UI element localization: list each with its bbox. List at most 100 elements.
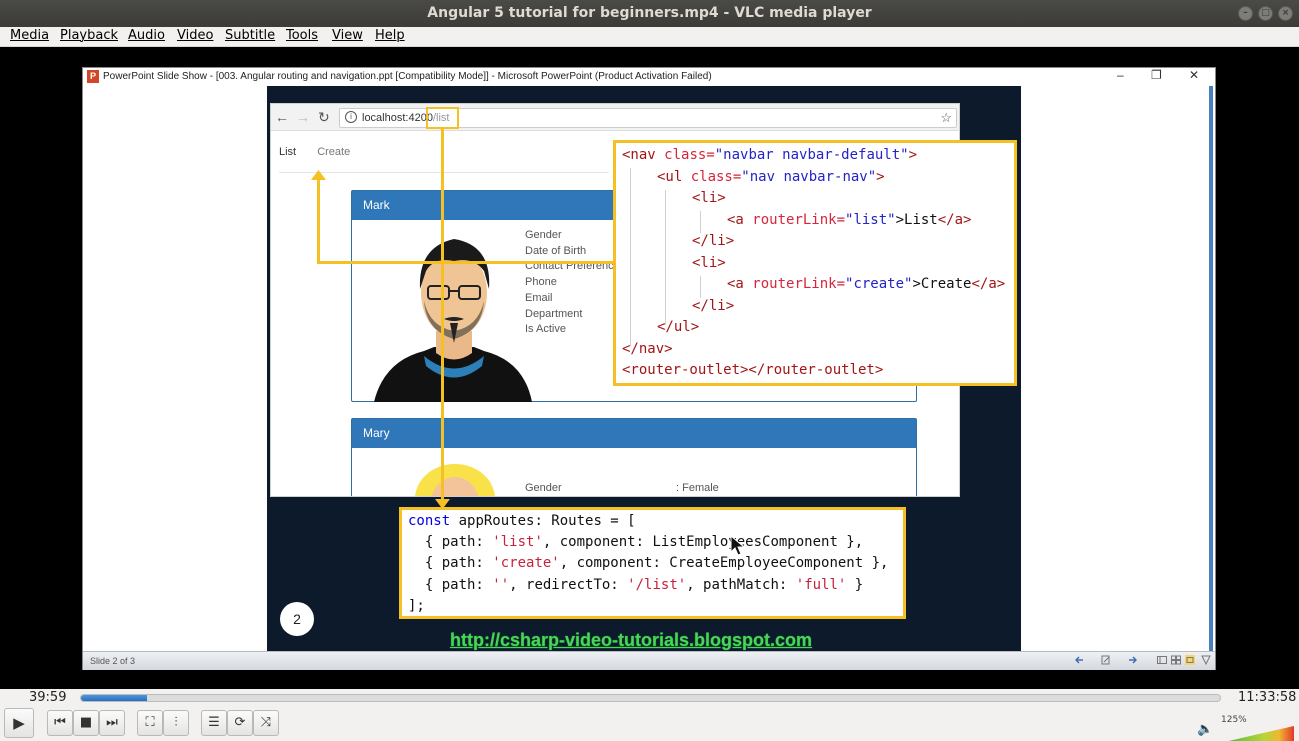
code-line: <nav class="navbar navbar-default"> [622, 147, 918, 163]
stop-icon: ■ [79, 715, 93, 730]
url-highlight-left [426, 107, 428, 129]
menu-media[interactable]: Media [10, 28, 49, 43]
playlist-button[interactable]: ☰ [201, 710, 227, 736]
field-label: Date of Birth [525, 244, 587, 257]
video-area[interactable]: P PowerPoint Slide Show - [003. Angular … [0, 47, 1299, 689]
indent-guide [700, 276, 701, 298]
speaker-icon[interactable]: 🔈 [1197, 722, 1213, 737]
slide-right-margin [1021, 86, 1213, 651]
code-line: </li> [692, 298, 735, 314]
ppt-status-bar: Slide 2 of 3 [83, 651, 1215, 670]
maximize-icon[interactable]: □ [1258, 6, 1273, 21]
connector-horizontal [317, 261, 615, 264]
slideshow-view-icon [1201, 655, 1211, 665]
seek-slider[interactable] [80, 694, 1221, 702]
app-navbar: List Create [279, 146, 368, 158]
field-label: Email [525, 291, 553, 304]
volume-slider[interactable] [1220, 726, 1294, 741]
field-label: Phone [525, 276, 557, 289]
code-line: const appRoutes: Routes = [ [408, 513, 636, 529]
menu-video[interactable]: Video [177, 28, 213, 43]
code-line: { path: 'create', component: CreateEmplo… [408, 555, 889, 571]
menu-playback[interactable]: Playback [60, 28, 118, 43]
loop-icon: ⟳ [234, 715, 246, 730]
url-highlight-top [426, 107, 459, 109]
vlc-window: Angular 5 tutorial for beginners.mp4 - V… [0, 0, 1299, 741]
next-slide-icon [1129, 656, 1137, 664]
back-icon: ← [275, 109, 289, 125]
connector-vertical [441, 129, 444, 501]
normal-view-icon [1157, 656, 1167, 664]
minimize-icon[interactable]: – [1238, 6, 1253, 21]
field-label: Gender [525, 229, 562, 241]
slide-number-badge: 2 [280, 602, 314, 636]
loop-button[interactable]: ⟳ [227, 710, 253, 736]
reading-view-icon [1185, 655, 1195, 665]
seek-progress [81, 695, 147, 701]
play-icon: ▶ [13, 714, 25, 732]
navbar-divider [279, 172, 609, 173]
play-button[interactable]: ▶ [4, 708, 34, 738]
next-button[interactable]: ⏭ [99, 710, 125, 736]
fullscreen-button[interactable]: ⛶ [137, 710, 163, 736]
code-line: <li> [692, 190, 726, 206]
ppt-title-text: PowerPoint Slide Show - [003. Angular ro… [103, 71, 712, 82]
menu-view[interactable]: View [332, 28, 363, 43]
ppt-slide-counter: Slide 2 of 3 [90, 656, 136, 666]
stop-button[interactable]: ■ [73, 710, 99, 736]
menu-help[interactable]: Help [375, 28, 405, 43]
sorter-view-icon [1171, 655, 1181, 665]
indent-guide [630, 168, 631, 346]
employee-card-mary: Mary Gender : Female [351, 418, 917, 496]
avatar [374, 239, 532, 402]
fullscreen-icon: ⛶ [145, 715, 155, 730]
code-line: </li> [692, 233, 735, 249]
ppt-restore-icon: ❐ [1151, 68, 1162, 82]
mouse-cursor-icon [730, 535, 746, 556]
menu-bar: Media Playback Audio Video Subtitle Tool… [0, 27, 1299, 47]
powerpoint-icon: P [87, 70, 99, 83]
ppt-title-bar: P PowerPoint Slide Show - [003. Angular … [83, 68, 1215, 86]
url-host: localhost:4200 [362, 112, 433, 124]
extended-settings-button[interactable]: ⫶ [163, 710, 189, 736]
code-line: ]; [408, 598, 425, 614]
forward-icon: → [296, 109, 310, 125]
previous-button[interactable]: ⏮ [47, 710, 73, 736]
code-line: <a routerLink="list">List</a> [727, 212, 972, 228]
url-path: /list [432, 112, 450, 124]
address-bar: i localhost:4200/list ☆ [339, 108, 957, 128]
shuffle-button[interactable]: ⤨ [253, 710, 279, 736]
field-label: Gender [525, 482, 562, 494]
routes-code-box: const appRoutes: Routes = [ { path: 'lis… [399, 507, 906, 619]
menu-audio[interactable]: Audio [128, 28, 165, 43]
indent-guide [665, 190, 666, 325]
field-labels: Gender [525, 481, 562, 496]
code-line: { path: 'list', component: ListEmployees… [408, 534, 864, 550]
title-bar: Angular 5 tutorial for beginners.mp4 - V… [0, 0, 1299, 27]
reload-icon: ↻ [318, 109, 330, 125]
notes-icon [1101, 655, 1110, 665]
volume-level [1228, 726, 1294, 741]
connector-up [317, 179, 320, 263]
seek-bar-row: 39:59 11:33:58 [0, 689, 1299, 706]
field-label: Department [525, 307, 583, 320]
close-icon[interactable]: × [1278, 6, 1293, 21]
code-line: { path: '', redirectTo: '/list', pathMat… [408, 577, 864, 593]
total-time[interactable]: 11:33:58 [1238, 690, 1296, 705]
control-bar: ▶ ⏮ ■ ⏭ ⛶ ⫶ ☰ ⟳ ⤨ 🔈 125% [0, 706, 1299, 741]
menu-subtitle[interactable]: Subtitle [225, 28, 275, 43]
field-labels: Gender Date of Birth Contact Preference … [525, 228, 620, 338]
prev-slide-icon [1075, 656, 1083, 664]
skip-forward-icon: ⏭ [106, 715, 118, 730]
equalizer-icon: ⫶ [174, 715, 178, 730]
bookmark-star-icon: ☆ [940, 110, 952, 125]
slide-footer-link: http://csharp-video-tutorials.blogspot.c… [450, 630, 813, 650]
menu-tools[interactable]: Tools [286, 28, 318, 43]
field-value: : Female [676, 482, 719, 494]
code-line: </ul> [657, 319, 700, 335]
code-line: </nav> [622, 341, 673, 357]
skip-back-icon: ⏮ [54, 715, 66, 730]
shuffle-icon: ⤨ [260, 715, 272, 730]
indent-guide [700, 211, 701, 233]
ppt-scroll-edge [1209, 86, 1213, 651]
